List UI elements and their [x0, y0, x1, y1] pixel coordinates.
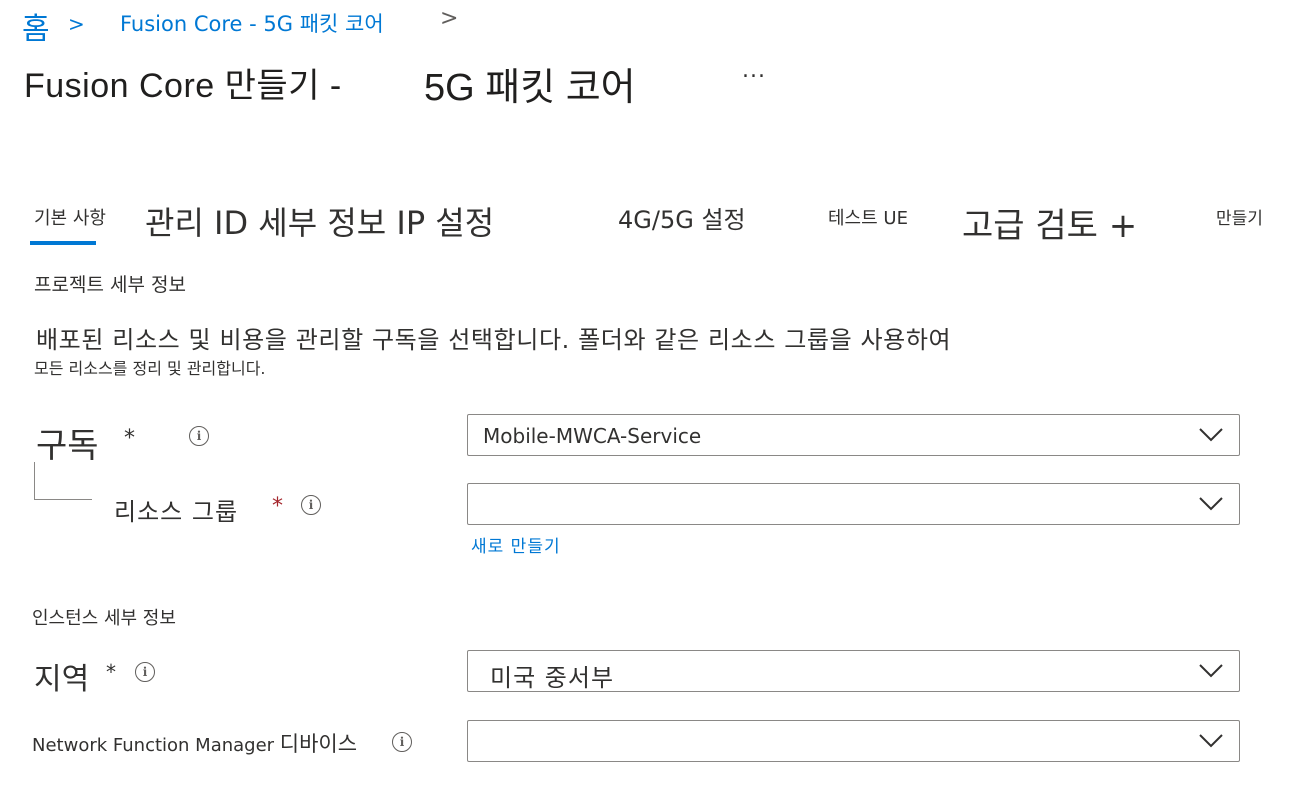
resource-group-dropdown[interactable]	[467, 483, 1240, 525]
instance-details-heading: 인스턴스 세부 정보	[32, 608, 176, 629]
breadcrumb-fusion-core-link[interactable]: Fusion Core - 5G 패킷 코어	[120, 8, 384, 38]
project-details-heading: 프로젝트 세부 정보	[34, 274, 186, 296]
project-description-line2: 모든 리소스를 정리 및 관리합니다.	[34, 359, 266, 378]
project-description-line1: 배포된 리소스 및 비용을 관리할 구독을 선택합니다. 폴더와 같은 리소스 …	[36, 326, 952, 354]
breadcrumb-chevron-icon: >	[440, 6, 459, 31]
tab-basics[interactable]: 기본 사항	[34, 204, 106, 230]
tab-active-indicator	[30, 241, 96, 245]
nfm-device-label: Network Function Manager 디바이스	[32, 728, 357, 758]
tab-create[interactable]: 만들기	[1216, 204, 1263, 229]
nfm-device-label-ko: 디바이스	[279, 732, 358, 756]
resource-group-info-icon[interactable]: i	[301, 495, 321, 515]
tab-test-ue[interactable]: 테스트 UE	[828, 204, 908, 230]
more-options-button[interactable]: ...	[742, 58, 766, 83]
nfm-device-info-icon[interactable]: i	[392, 732, 412, 752]
subscription-selected-value: Mobile-MWCA-Service	[483, 424, 702, 448]
tab-advanced-review[interactable]: 고급 검토 +	[962, 198, 1137, 247]
region-label: 지역	[34, 662, 90, 697]
chevron-down-icon	[1199, 497, 1223, 511]
chevron-down-icon	[1199, 664, 1223, 678]
resource-group-required-marker: *	[272, 494, 283, 519]
breadcrumb-separator: >	[68, 12, 85, 36]
resource-group-label: 리소스 그룹	[114, 498, 239, 526]
chevron-down-icon	[1199, 734, 1223, 748]
page-title: Fusion Core 만들기 -	[24, 67, 342, 105]
page-title-product: 5G 패킷 코어	[424, 67, 636, 109]
chevron-down-icon	[1199, 428, 1223, 442]
region-selected-value: 미국 중서부	[490, 664, 615, 692]
tree-connector-horizontal	[34, 499, 92, 500]
create-new-resource-group-link[interactable]: 새로 만들기	[471, 532, 561, 557]
region-info-icon[interactable]: i	[135, 662, 155, 682]
nfm-device-dropdown[interactable]	[467, 720, 1240, 762]
subscription-dropdown[interactable]: Mobile-MWCA-Service	[467, 414, 1240, 456]
subscription-info-icon[interactable]: i	[189, 426, 209, 446]
nfm-device-label-en: Network Function Manager	[32, 735, 275, 756]
subscription-required-marker: *	[124, 426, 135, 451]
create-fusion-core-page: 홈 > Fusion Core - 5G 패킷 코어 > Fusion Core…	[0, 0, 1293, 786]
tab-managed-identity-ip-settings[interactable]: 관리 ID 세부 정보 IP 설정	[145, 198, 494, 244]
subscription-label: 구독	[36, 426, 99, 466]
tab-4g5g-settings[interactable]: 4G/5G 설정	[618, 200, 746, 235]
region-dropdown[interactable]: 미국 중서부	[467, 650, 1240, 692]
breadcrumb-home-link[interactable]: 홈	[22, 4, 50, 48]
region-required-marker: *	[106, 660, 116, 684]
tree-connector-vertical	[34, 462, 35, 500]
